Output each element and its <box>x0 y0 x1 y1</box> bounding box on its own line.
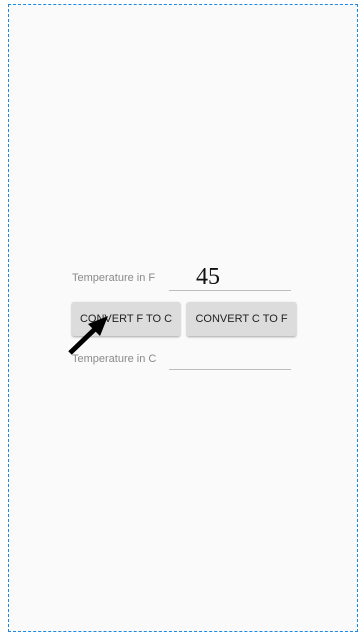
arrow-pointer-icon <box>68 316 108 355</box>
fahrenheit-input-value: 45 <box>196 264 220 290</box>
convert-c-to-f-button[interactable]: CONVERT C TO F <box>187 302 296 336</box>
celsius-input[interactable] <box>169 346 291 370</box>
app-screen <box>8 4 358 632</box>
fahrenheit-input[interactable] <box>169 267 291 291</box>
fahrenheit-label: Temperature in F <box>72 272 156 284</box>
